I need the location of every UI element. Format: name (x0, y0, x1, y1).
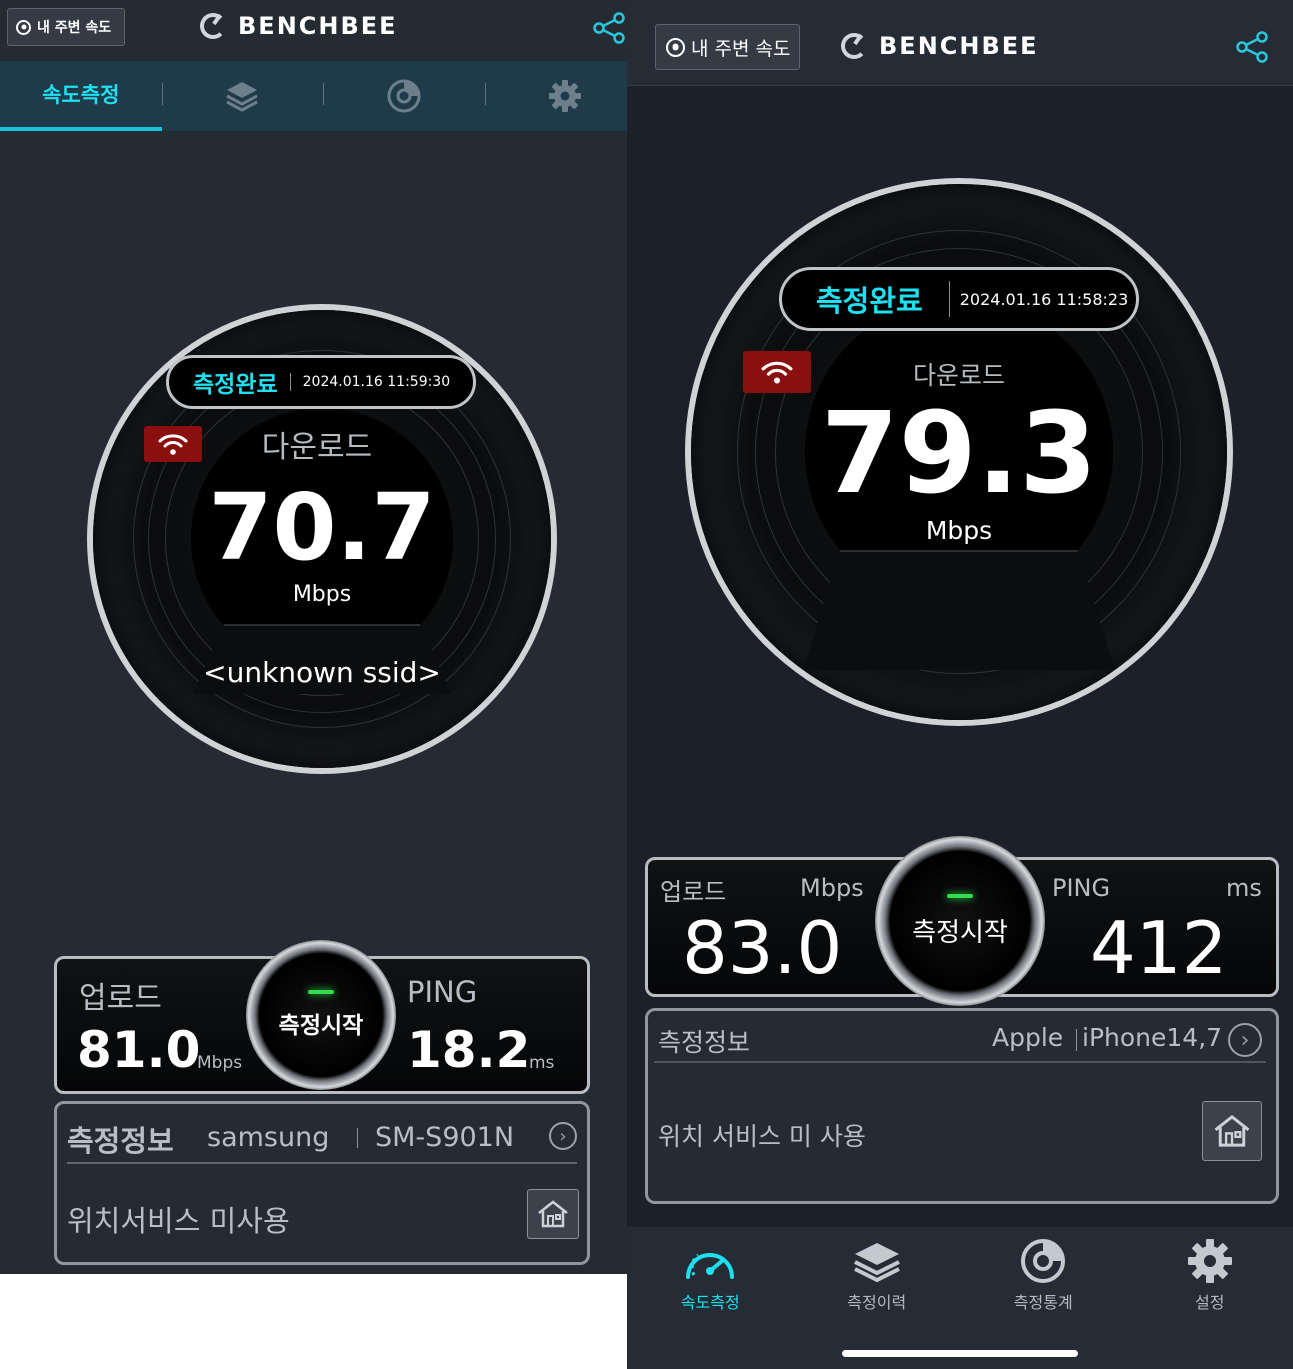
wifi-ssid: <unknown ssid> (203, 656, 441, 689)
start-test-label: 측정시작 (912, 917, 1008, 948)
start-test-button[interactable]: 측정시작 (875, 836, 1045, 1006)
measure-datetime: 2024.01.16 11:58:23 (959, 289, 1129, 309)
status-pill: 측정완료 2024.01.16 11:58:23 (779, 267, 1139, 331)
location-target-icon (16, 19, 31, 35)
nearby-speed-button[interactable]: 내 주변 속도 (7, 8, 125, 46)
location-target-icon (666, 37, 685, 57)
download-value: 79.3 (820, 389, 1098, 519)
ping-unit: ms (529, 1053, 555, 1073)
nav-statistics[interactable]: 측정통계 (960, 1227, 1127, 1369)
status-complete-text: 측정완료 (816, 284, 923, 318)
benchbee-logo: BENCHBEE (200, 12, 398, 40)
status-led (947, 893, 973, 898)
location-service-status: 위치서비스 미사용 (67, 1204, 290, 1238)
nearby-speed-label: 내 주변 속도 (691, 37, 791, 60)
gauge-bottom-panel (803, 550, 1115, 670)
device-model: SM-S901N (375, 1122, 515, 1153)
tab-statistics[interactable] (323, 61, 485, 131)
upload-value: 81.0 (77, 1021, 201, 1079)
ios-screen: 내 주변 속도 BENCHBEE 측정완료 2024.01.16 11:58:2… (627, 0, 1293, 1369)
share-icon[interactable] (592, 12, 626, 44)
layers-icon (853, 1243, 900, 1283)
wifi-icon (158, 434, 188, 455)
device-maker: samsung (207, 1122, 330, 1153)
gear-icon (1187, 1239, 1232, 1283)
nav-label: 속도측정 (680, 1293, 740, 1312)
info-title: 측정정보 (67, 1124, 174, 1158)
start-test-label: 측정시작 (278, 1013, 364, 1039)
nav-label: 측정이력 (847, 1293, 907, 1312)
wifi-badge (743, 351, 811, 393)
home-icon (538, 1200, 568, 1228)
speedometer-logo-icon (200, 13, 226, 39)
nav-speed-test[interactable]: 속도측정 (627, 1227, 794, 1369)
app-header: 내 주변 속도 BENCHBEE (627, 0, 1293, 86)
speedometer-logo-icon (841, 33, 867, 59)
download-value: 70.7 (208, 474, 436, 581)
tab-speed-test-label: 속도측정 (42, 83, 120, 107)
device-info-panel: 측정정보 Apple iPhone14,7 › 위치 서비스 미 사용 (645, 1008, 1279, 1204)
status-pill: 측정완료 2024.01.16 11:59:30 (166, 355, 476, 409)
nearby-speed-label: 내 주변 속도 (37, 20, 112, 36)
chart-disc-icon (1021, 1239, 1066, 1283)
device-maker: Apple (992, 1023, 1064, 1052)
measure-datetime: 2024.01.16 11:59:30 (302, 374, 451, 390)
divider (654, 1061, 1266, 1063)
status-led (308, 990, 334, 994)
divider (67, 1162, 577, 1164)
divider (357, 1128, 358, 1148)
tab-speed-test[interactable]: 속도측정 (0, 61, 162, 131)
divider (289, 373, 291, 391)
wifi-badge (144, 426, 202, 462)
top-tab-bar: 속도측정 (0, 61, 646, 131)
nav-label: 측정통계 (1013, 1293, 1073, 1312)
app-header: 내 주변 속도 BENCHBEE (0, 0, 646, 60)
info-title: 측정정보 (658, 1028, 751, 1057)
bottom-navigation: 속도측정 측정이력 측정통계 설정 (627, 1227, 1293, 1369)
location-home-button[interactable] (527, 1189, 579, 1239)
benchbee-logo: BENCHBEE (841, 32, 1039, 60)
ping-value: 18.2 (407, 1021, 531, 1079)
upload-value: 83.0 (682, 906, 843, 990)
download-label: 다운로드 (912, 361, 1005, 390)
status-complete-text: 측정완료 (193, 372, 278, 398)
logo-text: BENCHBEE (238, 12, 398, 40)
download-label: 다운로드 (261, 430, 373, 465)
divider (948, 281, 950, 317)
ping-unit: ms (1226, 874, 1262, 902)
ping-label: PING (1052, 874, 1111, 902)
logo-text: BENCHBEE (879, 32, 1039, 60)
nearby-speed-button[interactable]: 내 주변 속도 (655, 24, 800, 70)
device-model: iPhone14,7 (1082, 1023, 1223, 1052)
share-icon[interactable] (1235, 31, 1269, 63)
location-home-button[interactable] (1202, 1101, 1262, 1161)
tab-settings[interactable] (484, 61, 647, 131)
tab-history[interactable] (161, 61, 324, 131)
ping-label: PING (407, 975, 478, 1009)
gear-icon (549, 80, 582, 112)
chevron-right-icon[interactable]: › (1228, 1023, 1262, 1057)
ping-value: 412 (1090, 906, 1228, 990)
divider (1076, 1029, 1077, 1051)
device-info-panel: 측정정보 samsung SM-S901N › 위치서비스 미사용 (54, 1101, 590, 1265)
upload-label: 업로드 (79, 981, 162, 1016)
upload-label: 업로드 (660, 878, 727, 906)
android-screen: 내 주변 속도 BENCHBEE 속도측정 측정완료 2024.01.16 11… (0, 0, 646, 1274)
wifi-icon (761, 361, 793, 384)
nav-history[interactable]: 측정이력 (794, 1227, 961, 1369)
upload-unit: Mbps (800, 874, 864, 902)
download-unit: Mbps (925, 516, 993, 545)
chevron-right-icon[interactable]: › (549, 1122, 577, 1150)
nav-settings[interactable]: 설정 (1127, 1227, 1293, 1369)
download-unit: Mbps (292, 582, 352, 607)
upload-unit: Mbps (197, 1053, 243, 1073)
layers-icon (226, 82, 258, 112)
home-indicator[interactable] (842, 1350, 1078, 1357)
home-icon (1214, 1115, 1250, 1147)
speedometer-icon (686, 1253, 735, 1279)
start-test-button[interactable]: 측정시작 (246, 940, 396, 1090)
chart-disc-icon (387, 79, 421, 113)
location-service-status: 위치 서비스 미 사용 (658, 1122, 866, 1151)
nav-label: 설정 (1195, 1293, 1225, 1312)
